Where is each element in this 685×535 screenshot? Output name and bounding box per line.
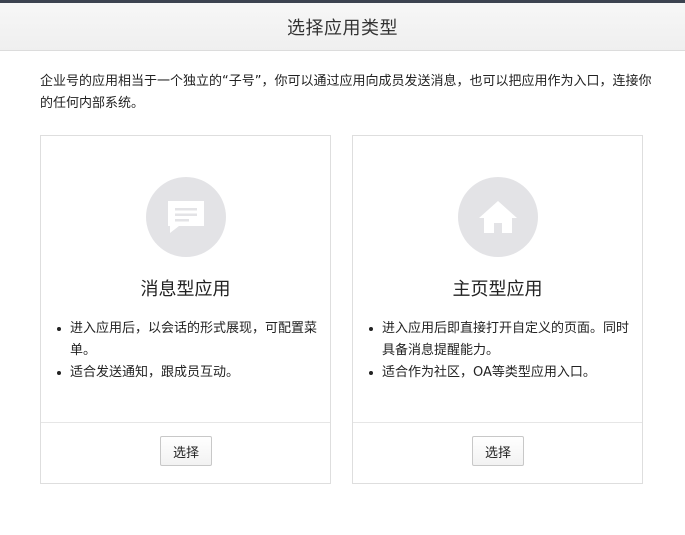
homepage-app-features: 进入应用后即直接打开自定义的页面。同时具备消息提醒能力。 适合作为社区，OA等类… <box>367 318 629 384</box>
card-divider <box>353 422 642 423</box>
homepage-app-card[interactable]: 主页型应用 进入应用后即直接打开自定义的页面。同时具备消息提醒能力。 适合作为社… <box>352 135 643 484</box>
card-divider <box>41 422 330 423</box>
chat-message-icon <box>146 177 226 257</box>
select-message-app-button[interactable]: 选择 <box>160 436 212 466</box>
dialog-title: 选择应用类型 <box>287 17 398 39</box>
feature-item: 进入应用后，以会话的形式展现，可配置菜单。 <box>57 318 317 362</box>
homepage-app-title: 主页型应用 <box>452 279 543 300</box>
message-app-card[interactable]: 消息型应用 进入应用后，以会话的形式展现，可配置菜单。 适合发送通知，跟成员互动… <box>40 135 331 484</box>
intro-text: 企业号的应用相当于一个独立的“子号”，你可以通过应用向成员发送消息，也可以把应用… <box>40 74 652 111</box>
message-app-title: 消息型应用 <box>140 279 231 300</box>
feature-item: 适合作为社区，OA等类型应用入口。 <box>369 362 629 384</box>
feature-item: 适合发送通知，跟成员互动。 <box>57 362 317 384</box>
feature-item: 进入应用后即直接打开自定义的页面。同时具备消息提醒能力。 <box>369 318 629 362</box>
message-app-features: 进入应用后，以会话的形式展现，可配置菜单。 适合发送通知，跟成员互动。 <box>55 318 317 384</box>
home-icon <box>458 177 538 257</box>
select-homepage-app-button[interactable]: 选择 <box>472 436 524 466</box>
dialog-header: 选择应用类型 <box>0 3 685 51</box>
